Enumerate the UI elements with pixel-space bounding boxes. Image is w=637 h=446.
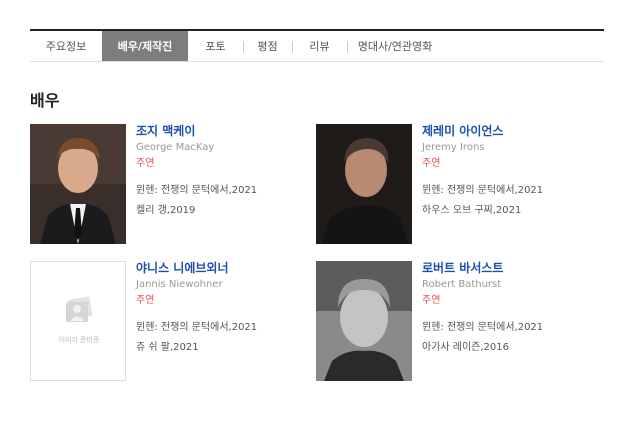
filmography: 뮌헨: 전쟁의 문턱에서,2021 하우스 오브 구찌,2021 xyxy=(422,185,543,217)
actor-photo[interactable] xyxy=(30,124,126,244)
actor-photo-image xyxy=(30,124,126,244)
filmography: 뮌헨: 전쟁의 문턱에서,2021 쥬 쉬 팔,2021 xyxy=(136,322,257,354)
actor-name-english: George MacKay xyxy=(136,142,215,153)
actor-role: 주연 xyxy=(136,295,155,306)
placeholder-text: 이미지 준비중 xyxy=(58,336,100,344)
tab-cast-crew[interactable]: 배우/제작진 xyxy=(102,31,188,61)
actor-photo-image xyxy=(316,124,412,244)
tab-review[interactable]: 리뷰 xyxy=(292,31,347,61)
filmography-item[interactable]: 뮌헨: 전쟁의 문턱에서,2021 xyxy=(136,322,257,334)
cast-card: 제레미 아이언스 Jeremy Irons 주연 뮌헨: 전쟁의 문턱에서,20… xyxy=(316,124,596,244)
actor-role: 주연 xyxy=(422,295,441,306)
filmography: 뮌헨: 전쟁의 문턱에서,2021 켈리 갱,2019 xyxy=(136,185,257,217)
filmography-item[interactable]: 하우스 오브 구찌,2021 xyxy=(422,205,543,217)
tab-quotes-related[interactable]: 명대사/연관영화 xyxy=(347,31,443,61)
actor-role: 주연 xyxy=(422,158,441,169)
actor-role: 주연 xyxy=(136,158,155,169)
cast-info: 야니스 니에브외너 Jannis Niewohner 주연 뮌헨: 전쟁의 문턱… xyxy=(136,261,257,362)
filmography-item[interactable]: 뮌헨: 전쟁의 문턱에서,2021 xyxy=(422,322,543,334)
actor-photo[interactable] xyxy=(316,261,412,381)
tab-main-info[interactable]: 주요정보 xyxy=(30,31,102,61)
cast-info: 조지 맥케이 George MacKay 주연 뮌헨: 전쟁의 문턱에서,202… xyxy=(136,124,257,225)
actor-name-english: Robert Bathurst xyxy=(422,279,502,290)
cast-card: 조지 맥케이 George MacKay 주연 뮌헨: 전쟁의 문턱에서,202… xyxy=(30,124,310,244)
filmography-item[interactable]: 쥬 쉬 팔,2021 xyxy=(136,342,257,354)
filmography-item[interactable]: 아가사 레이즌,2016 xyxy=(422,342,543,354)
actor-name-english: Jeremy Irons xyxy=(422,142,485,153)
cast-card: 로버트 바서스트 Robert Bathurst 주연 뮌헨: 전쟁의 문턱에서… xyxy=(316,261,596,381)
actor-name[interactable]: 조지 맥케이 xyxy=(136,124,257,138)
no-image-placeholder[interactable]: 이미지 준비중 xyxy=(30,261,126,381)
actor-photo[interactable] xyxy=(316,124,412,244)
actor-photo-image xyxy=(316,261,412,381)
actor-name[interactable]: 제레미 아이언스 xyxy=(422,124,543,138)
cast-card: 이미지 준비중 야니스 니에브외너 Jannis Niewohner 주연 뮌헨… xyxy=(30,261,310,381)
filmography-item[interactable]: 켈리 갱,2019 xyxy=(136,205,257,217)
cast-info: 로버트 바서스트 Robert Bathurst 주연 뮌헨: 전쟁의 문턱에서… xyxy=(422,261,543,362)
actor-name-english: Jannis Niewohner xyxy=(136,279,223,290)
tab-bar: 주요정보 배우/제작진 포토 평점 리뷰 명대사/연관영화 xyxy=(30,29,604,62)
cast-info: 제레미 아이언스 Jeremy Irons 주연 뮌헨: 전쟁의 문턱에서,20… xyxy=(422,124,543,225)
image-placeholder-icon xyxy=(66,296,93,322)
actor-name[interactable]: 로버트 바서스트 xyxy=(422,261,543,275)
actor-name[interactable]: 야니스 니에브외너 xyxy=(136,261,257,275)
tab-rating[interactable]: 평점 xyxy=(243,31,292,61)
tab-photo[interactable]: 포토 xyxy=(188,31,243,61)
section-title: 배우 xyxy=(30,91,60,110)
filmography-item[interactable]: 뮌헨: 전쟁의 문턱에서,2021 xyxy=(136,185,257,197)
filmography: 뮌헨: 전쟁의 문턱에서,2021 아가사 레이즌,2016 xyxy=(422,322,543,354)
filmography-item[interactable]: 뮌헨: 전쟁의 문턱에서,2021 xyxy=(422,185,543,197)
